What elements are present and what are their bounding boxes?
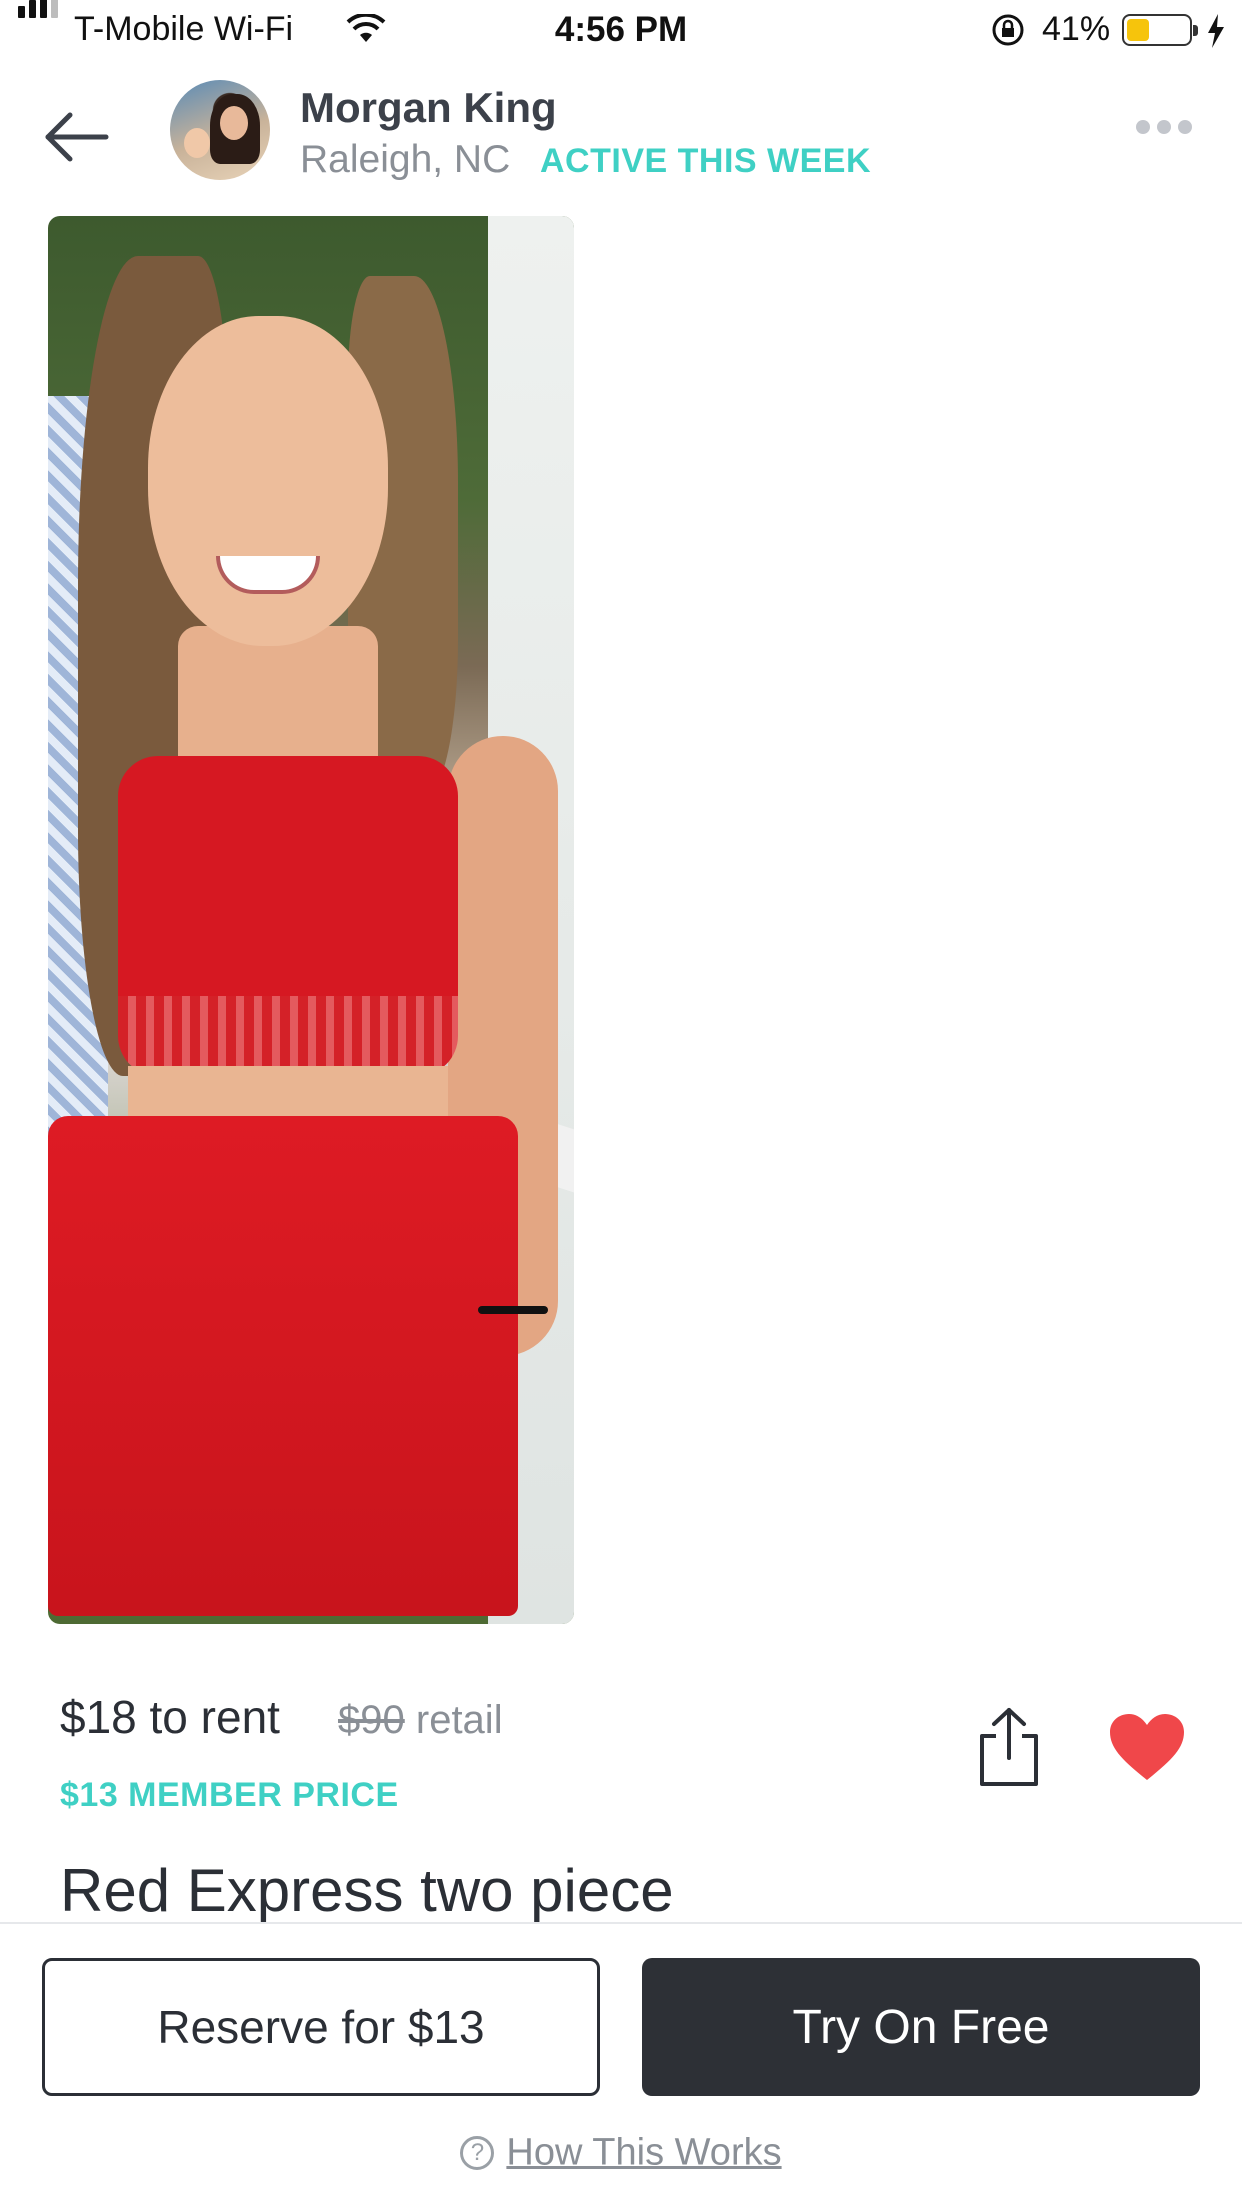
more-options-button[interactable] bbox=[1136, 120, 1200, 142]
question-circle-icon: ? bbox=[460, 2135, 495, 2170]
listing-title: Red Express two piece bbox=[60, 1857, 674, 1924]
try-on-free-button[interactable]: Try On Free bbox=[642, 1958, 1200, 2096]
share-icon bbox=[980, 1708, 1038, 1786]
seller-avatar[interactable] bbox=[170, 80, 270, 180]
heart-icon bbox=[1110, 1714, 1184, 1780]
favorite-button[interactable] bbox=[1108, 1712, 1186, 1782]
arrow-left-icon bbox=[45, 112, 109, 162]
member-price: $13 MEMBER PRICE bbox=[60, 1776, 399, 1814]
battery-percent: 41% bbox=[1042, 10, 1111, 48]
retail-price: $90 retail bbox=[338, 1698, 503, 1743]
more-dots-icon bbox=[1136, 120, 1150, 134]
reserve-button[interactable]: Reserve for $13 bbox=[42, 1958, 600, 2096]
retail-label: retail bbox=[415, 1698, 503, 1742]
seller-location: Raleigh, NC bbox=[300, 138, 511, 181]
share-button[interactable] bbox=[974, 1706, 1044, 1788]
how-this-works[interactable]: ? How This Works bbox=[0, 2130, 1242, 2174]
retail-price-value: $90 bbox=[338, 1698, 405, 1742]
activity-badge: ACTIVE THIS WEEK bbox=[540, 142, 872, 180]
how-this-works-link[interactable]: How This Works bbox=[506, 2131, 781, 2173]
product-photo[interactable] bbox=[48, 216, 574, 1624]
status-bar: T-Mobile Wi-Fi 4:56 PM 41% bbox=[0, 0, 1242, 62]
charging-bolt-icon bbox=[1208, 14, 1224, 48]
seller-name[interactable]: Morgan King bbox=[300, 84, 557, 132]
orientation-lock-icon bbox=[992, 14, 1024, 46]
back-button[interactable] bbox=[40, 100, 114, 174]
battery-icon bbox=[1122, 14, 1198, 46]
rent-price: $18 to rent bbox=[60, 1691, 280, 1743]
